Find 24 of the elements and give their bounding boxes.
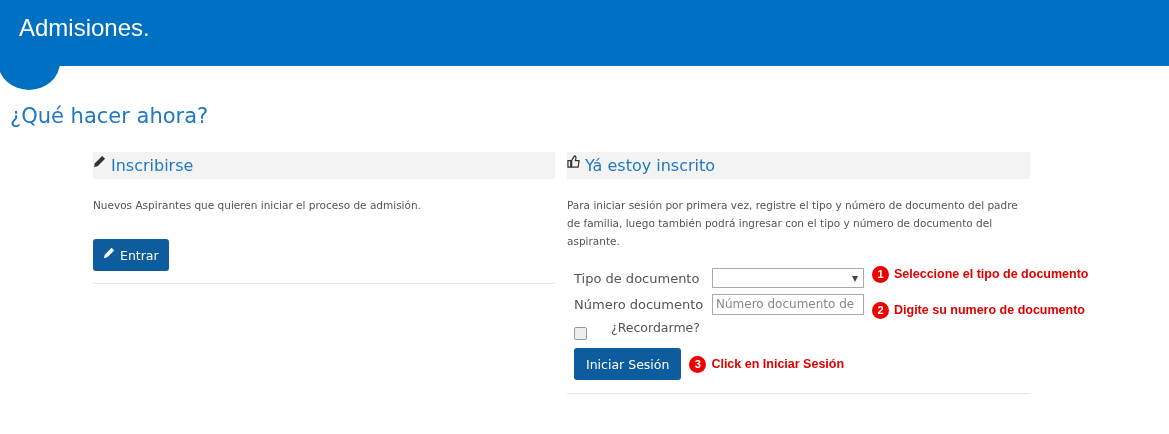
login-button[interactable]: Iniciar Sesión — [574, 348, 682, 380]
step-number-badge: 1 — [872, 265, 889, 283]
panel-title: Yá estoy inscrito — [585, 156, 716, 175]
step-instruction: Seleccione el tipo de documento — [894, 267, 1089, 281]
checkbox-label: ¿Recordarme? — [611, 319, 700, 335]
field-label: Tipo de documento — [574, 270, 701, 286]
page-title: Admisiones. — [19, 14, 150, 42]
document-number-field[interactable]: Número documento de — [712, 293, 864, 315]
enter-button[interactable]: Entrar — [93, 239, 169, 271]
step-instruction: Click en Iniciar Sesión — [711, 357, 845, 371]
section-heading: ¿Qué hacer ahora? — [10, 104, 210, 128]
panel-title: Inscribirse — [111, 156, 194, 175]
pencil-icon — [103, 247, 115, 259]
step-instruction: Digite su numero de documento — [894, 303, 1085, 317]
field-label: Número documento — [574, 296, 705, 312]
thumbs-up-icon — [567, 155, 580, 168]
step-number-badge: 3 — [689, 355, 707, 373]
panel-description: Para iniciar sesión por primera vez, registre el tipo y número de documento del padre de familia, luego también podrá ingresar con el tipo y número de documento del aspirante. — [567, 198, 1019, 249]
caret-icon — [852, 276, 858, 282]
step-number-badge: 2 — [872, 301, 889, 319]
document-type-dropdown[interactable] — [712, 268, 864, 288]
pencil-icon — [93, 155, 106, 168]
panel-description: Nuevos Aspirantes que quieren iniciar el proceso de admisión. — [93, 198, 422, 213]
remember-checkbox[interactable] — [574, 326, 587, 340]
